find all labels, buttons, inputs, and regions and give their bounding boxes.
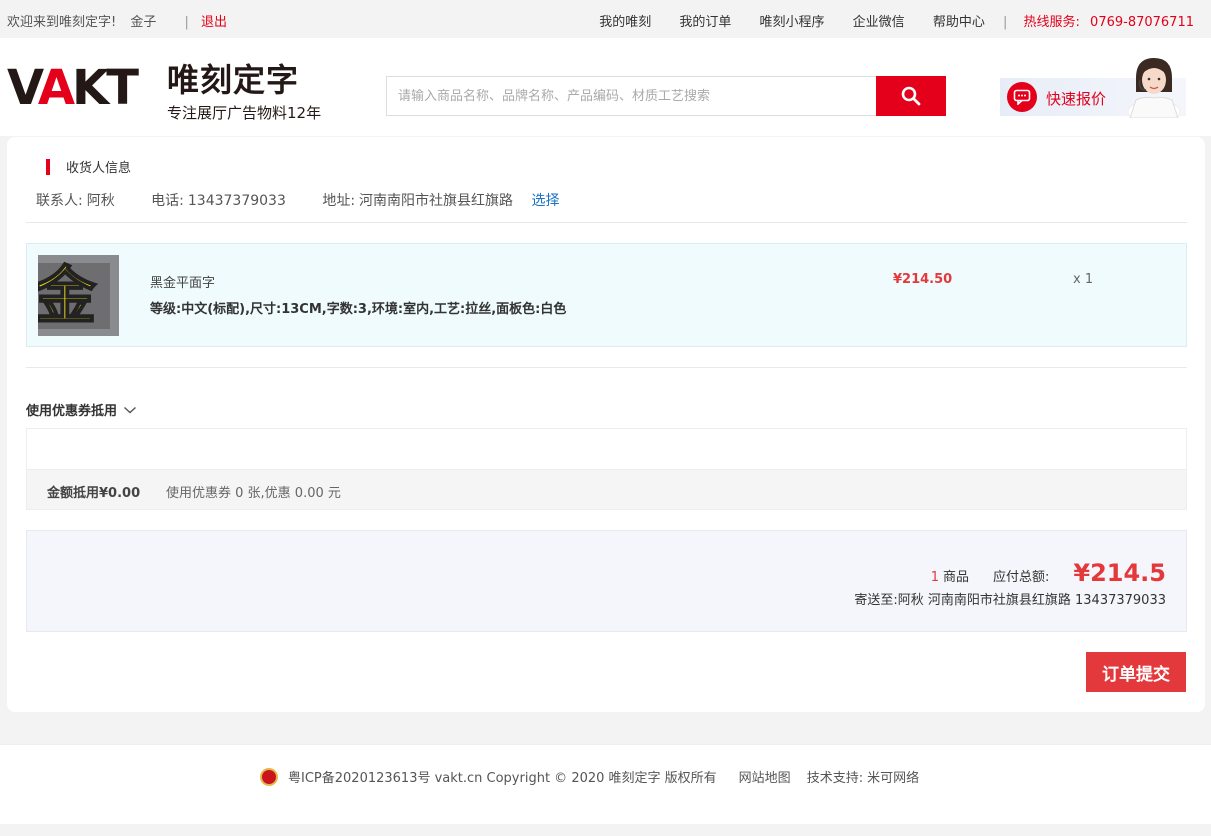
- site-header: VAKT 唯刻定字 专注展厅广告物料12年 快速报价: [0, 38, 1211, 136]
- welcome-text: 欢迎来到唯刻定字!: [7, 15, 117, 30]
- customer-service-avatar-icon: [1127, 58, 1181, 118]
- top-nav: 我的唯刻 我的订单 唯刻小程序 企业微信 帮助中心 | 热线服务: 0769-8…: [575, 11, 1194, 30]
- order-item-row: 金 黑金平面字 等级:中文(标配),尺寸:13CM,字数:3,环境:室内,工艺:…: [26, 243, 1187, 347]
- site-footer: 粤ICP备2020123613号 vakt.cn Copyright © 202…: [0, 744, 1211, 824]
- divider: |: [184, 15, 189, 30]
- coupon-panel: 金额抵用¥0.00 使用优惠券 0 张,优惠 0.00 元: [26, 428, 1187, 510]
- search-bar: [386, 76, 946, 116]
- logo-slogan: 专注展厅广告物料12年: [167, 104, 322, 122]
- coupon-summary: 金额抵用¥0.00 使用优惠券 0 张,优惠 0.00 元: [27, 469, 1186, 509]
- footer-links: 粤ICP备2020123613号 vakt.cn Copyright © 202…: [260, 767, 919, 786]
- consignee-section-title: 收货人信息: [46, 157, 131, 176]
- coupon-toggle[interactable]: 使用优惠券抵用: [26, 400, 137, 419]
- sitemap-link[interactable]: 网站地图: [739, 767, 791, 786]
- ship-to-info: 寄送至:阿秋 河南南阳市社旗县红旗路 13437379033: [854, 593, 1166, 608]
- nav-mini-program[interactable]: 唯刻小程序: [760, 15, 825, 30]
- svg-text:金: 金: [38, 259, 97, 332]
- divider: |: [1002, 15, 1008, 30]
- welcome-area: 欢迎来到唯刻定字! 金子 | 退出: [7, 11, 237, 30]
- divider: [26, 367, 1187, 368]
- coupon-amount: 金额抵用¥0.00: [47, 486, 141, 501]
- nav-my-orders[interactable]: 我的订单: [679, 15, 731, 30]
- product-name[interactable]: 黑金平面字: [150, 272, 215, 291]
- police-badge-icon: [260, 767, 278, 786]
- summary-total-line: 1 商品 应付总额: ¥214.5: [931, 559, 1166, 587]
- chat-icon: [1007, 82, 1037, 112]
- consignee-info: 联系人: 阿秋 电话: 13437379033 地址: 河南南阳市社旗县红旗路 选择: [36, 190, 592, 210]
- logo-cn-text: 唯刻定字: [167, 61, 300, 99]
- total-label: 应付总额:: [992, 570, 1050, 585]
- product-image-icon: 金: [38, 255, 119, 336]
- nav-help-center[interactable]: 帮助中心: [933, 15, 985, 30]
- chevron-down-icon: [124, 406, 136, 413]
- logout-link[interactable]: 退出: [201, 15, 227, 30]
- item-count: 1: [930, 570, 939, 585]
- total-amount: ¥214.5: [1073, 559, 1166, 587]
- nav-wecom[interactable]: 企业微信: [853, 15, 905, 30]
- username[interactable]: 金子: [130, 15, 156, 30]
- product-quantity: x 1: [1073, 272, 1094, 287]
- site-logo[interactable]: VAKT 唯刻定字 专注展厅广告物料12年: [7, 60, 327, 122]
- quick-quote-label: 快速报价: [1046, 90, 1107, 108]
- order-panel: 收货人信息 联系人: 阿秋 电话: 13437379033 地址: 河南南阳市社旗县红…: [7, 137, 1205, 712]
- section-marker: [46, 158, 50, 175]
- quick-quote-button[interactable]: 快速报价: [1000, 48, 1190, 118]
- coupon-usage-info: 使用优惠券 0 张,优惠 0.00 元: [166, 486, 341, 501]
- search-input[interactable]: [386, 76, 877, 116]
- support-label: 技术支持:: [806, 771, 864, 786]
- submit-order-button[interactable]: 订单提交: [1086, 652, 1186, 692]
- phone-info: 电话: 13437379033: [151, 193, 286, 209]
- product-spec: 等级:中文(标配),尺寸:13CM,字数:3,环境:室内,工艺:拉丝,面板色:白…: [150, 302, 567, 317]
- product-price: ¥214.50: [893, 272, 953, 287]
- item-unit: 商品: [942, 570, 969, 585]
- support-link[interactable]: 米可网络: [867, 767, 919, 786]
- logo-mark: VAKT: [7, 60, 139, 116]
- search-button[interactable]: [876, 76, 946, 116]
- order-summary: 1 商品 应付总额: ¥214.5 寄送至:阿秋 河南南阳市社旗县红旗路 134…: [26, 530, 1187, 632]
- nav-my-vakt[interactable]: 我的唯刻: [599, 15, 651, 30]
- contact-info: 联系人: 阿秋: [36, 193, 115, 209]
- hotline-number: 0769-87076711: [1090, 15, 1194, 30]
- select-address-link[interactable]: 选择: [532, 193, 560, 209]
- hotline-label: 热线服务:: [1023, 15, 1080, 30]
- search-icon: [901, 86, 921, 106]
- top-bar: 欢迎来到唯刻定字! 金子 | 退出 我的唯刻 我的订单 唯刻小程序 企业微信 帮…: [0, 0, 1211, 38]
- product-thumbnail[interactable]: 金: [38, 255, 119, 336]
- address-info: 地址: 河南南阳市社旗县红旗路: [322, 193, 514, 209]
- icp-text[interactable]: 粤ICP备2020123613号 vakt.cn Copyright © 202…: [288, 767, 717, 786]
- divider: [26, 222, 1187, 223]
